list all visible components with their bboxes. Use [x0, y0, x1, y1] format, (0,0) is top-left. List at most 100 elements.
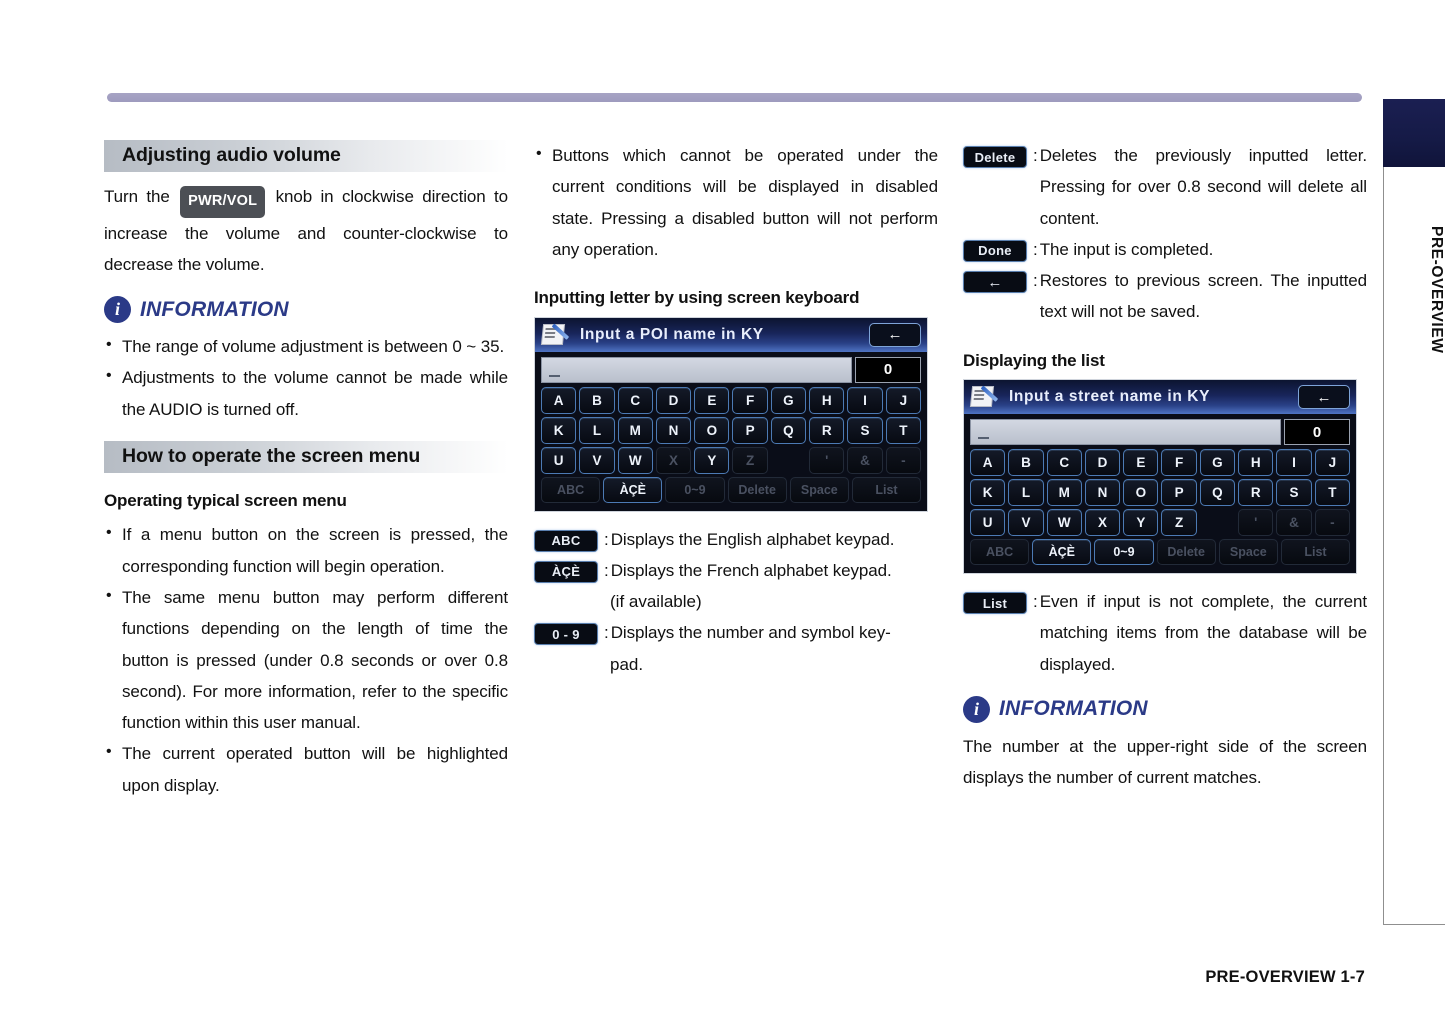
legend-badge-list: List: [963, 592, 1027, 615]
keyboard-key-J[interactable]: J: [885, 386, 921, 414]
keyboard-title-bar: Input a POI name in KY ←: [535, 317, 927, 352]
keyboard-key-O[interactable]: O: [694, 416, 730, 444]
keyboard-key-W[interactable]: W: [1046, 509, 1082, 537]
keyboard-key-R[interactable]: R: [809, 416, 845, 444]
keyboard-key-L[interactable]: L: [579, 416, 615, 444]
keyboard-keys: A B C D E F G H I J K L M N O P Q R S T U V W X Y Z ' & - ABC ÀÇÈ 0~9 De…: [535, 386, 927, 503]
keyboard-key-U[interactable]: U: [541, 446, 577, 474]
legend-colon: :: [1033, 592, 1038, 612]
keyboard-key-X[interactable]: X: [1084, 509, 1121, 537]
keyboard-text-field[interactable]: [970, 419, 1281, 446]
legend-row-back: ← : Restores to previous screen. The inp…: [963, 265, 1367, 328]
legend-colon: :: [604, 623, 609, 643]
information-bullet-list: The range of volume adjustment is betwee…: [104, 330, 508, 425]
keyboard-key-E[interactable]: E: [1123, 449, 1159, 477]
legend-colon: :: [1033, 271, 1038, 291]
keyboard-key-D[interactable]: D: [655, 386, 692, 414]
keyboard-key-F[interactable]: F: [732, 386, 768, 414]
keyboard-key-G[interactable]: G: [770, 386, 807, 414]
legend-badge-numbers: 0 - 9: [534, 623, 598, 646]
legend-badge-ace: ÀÇÈ: [534, 560, 598, 583]
keyboard-key-F[interactable]: F: [1161, 449, 1197, 477]
keyboard-key-K[interactable]: K: [541, 416, 577, 444]
paragraph-volume-knob: Turn the PWR/VOL knob in clockwise direc…: [104, 181, 508, 280]
keyboard-key--[interactable]: ÀÇÈ: [1032, 539, 1092, 566]
keyboard-row: U V W X Y Z ' & -: [970, 509, 1350, 537]
keyboard-key-N[interactable]: N: [655, 416, 692, 444]
keyboard-key-Y[interactable]: Y: [694, 446, 730, 474]
disabled-buttons-bullet-list: Buttons which cannot be operated under t…: [534, 139, 938, 265]
keyboard-key-V[interactable]: V: [1008, 509, 1044, 537]
legend-row-numbers: 0 - 9 : Displays the number and symbol k…: [534, 617, 938, 648]
keyboard-key-W[interactable]: W: [617, 446, 653, 474]
keyboard-key-M[interactable]: M: [617, 416, 653, 444]
keyboard-key--: -: [1314, 509, 1350, 537]
page-footer: PRE-OVERVIEW 1-7: [1205, 968, 1365, 986]
keyboard-key-0-9: 0~9: [665, 476, 725, 503]
keyboard-key-H[interactable]: H: [809, 386, 845, 414]
keyboard-key-V[interactable]: V: [579, 446, 615, 474]
section-heading-adjusting-audio-volume: Adjusting audio volume: [104, 140, 508, 172]
back-arrow-icon[interactable]: ←: [869, 322, 921, 347]
keyboard-key-M[interactable]: M: [1046, 479, 1082, 507]
keyboard-key-L[interactable]: L: [1008, 479, 1044, 507]
column-right: Delete : Deletes the previously inputted…: [963, 140, 1367, 797]
keyboard-key-A[interactable]: A: [970, 449, 1006, 477]
information-callout-header: i INFORMATION: [104, 296, 508, 324]
legend-colon: :: [604, 529, 609, 549]
keyboard-key-0-9[interactable]: 0~9: [1094, 539, 1154, 566]
keyboard-title: Input a POI name in KY: [580, 325, 764, 343]
information-label: INFORMATION: [999, 697, 1148, 721]
keyboard-input-row: 0: [541, 356, 921, 383]
keyboard-key-S[interactable]: S: [1276, 479, 1312, 507]
keyboard-key-P[interactable]: P: [732, 416, 768, 444]
keyboard-key-B[interactable]: B: [1008, 449, 1044, 477]
keyboard-key-I[interactable]: I: [847, 386, 883, 414]
sub-heading-inputting-letter: Inputting letter by using screen keyboar…: [534, 288, 860, 308]
keyboard-key-C[interactable]: C: [617, 386, 653, 414]
keyboard-key-Q[interactable]: Q: [1199, 479, 1236, 507]
keyboard-key-O[interactable]: O: [1123, 479, 1159, 507]
keyboard-key-N[interactable]: N: [1084, 479, 1121, 507]
keyboard-key-U[interactable]: U: [970, 509, 1006, 537]
keyboard-key-A[interactable]: A: [541, 386, 577, 414]
back-arrow-icon[interactable]: ←: [1298, 385, 1350, 410]
notepad-pen-icon: [971, 385, 1001, 409]
screen-keyboard-poi: Input a POI name in KY ← 0 ABCDEFGHIJ KLM…: [534, 316, 928, 512]
notepad-pen-icon: [542, 323, 572, 347]
keyboard-text-field[interactable]: [541, 356, 852, 383]
list-item: The current operated button will be high…: [104, 737, 508, 801]
keyboard-key-space: Space: [1218, 539, 1278, 566]
keyboard-key-E[interactable]: E: [694, 386, 730, 414]
keyboard-key-I[interactable]: I: [1276, 449, 1312, 477]
keyboard-key-X: X: [655, 446, 692, 474]
list-item: If a menu button on the screen is presse…: [104, 518, 508, 582]
keyboard-key-S[interactable]: S: [847, 416, 883, 444]
keyboard-input-row: 0: [970, 419, 1350, 446]
keyboard-key-Q[interactable]: Q: [770, 416, 807, 444]
keyboard-key-T[interactable]: T: [1314, 479, 1350, 507]
keyboard-key-C[interactable]: C: [1046, 449, 1082, 477]
keyboard-key-Y[interactable]: Y: [1123, 509, 1159, 537]
keypad-legend-middle: ABC : Displays the English alphabet keyp…: [534, 524, 938, 680]
keyboard-key-G[interactable]: G: [1199, 449, 1236, 477]
legend-badge-back-arrow-icon: ←: [963, 271, 1027, 294]
keyboard-key-D[interactable]: D: [1084, 449, 1121, 477]
keyboard-key-Z[interactable]: Z: [1161, 509, 1197, 537]
keyboard-key-B[interactable]: B: [579, 386, 615, 414]
keypad-legend-right-top: Delete : Deletes the previously inputted…: [963, 140, 1367, 328]
keyboard-key-T[interactable]: T: [885, 416, 921, 444]
keyboard-key-J[interactable]: J: [1314, 449, 1350, 477]
keyboard-key-H[interactable]: H: [1238, 449, 1274, 477]
keyboard-key-&: &: [847, 446, 883, 474]
keyboard-key-delete: Delete: [1156, 539, 1216, 566]
keyboard-key-P[interactable]: P: [1161, 479, 1197, 507]
pwr-vol-keycap: PWR/VOL: [180, 186, 266, 218]
keyboard-key--[interactable]: ÀÇÈ: [603, 476, 663, 503]
keyboard-key-K[interactable]: K: [970, 479, 1006, 507]
keyboard-key-R[interactable]: R: [1238, 479, 1274, 507]
legend-continuation-numbers: pad.: [610, 654, 644, 674]
match-count-display: 0: [855, 356, 921, 383]
keyboard-key-': ': [809, 446, 845, 474]
keyboard-function-row: ABC ÀÇÈ 0~9 Delete Space List: [970, 539, 1350, 566]
